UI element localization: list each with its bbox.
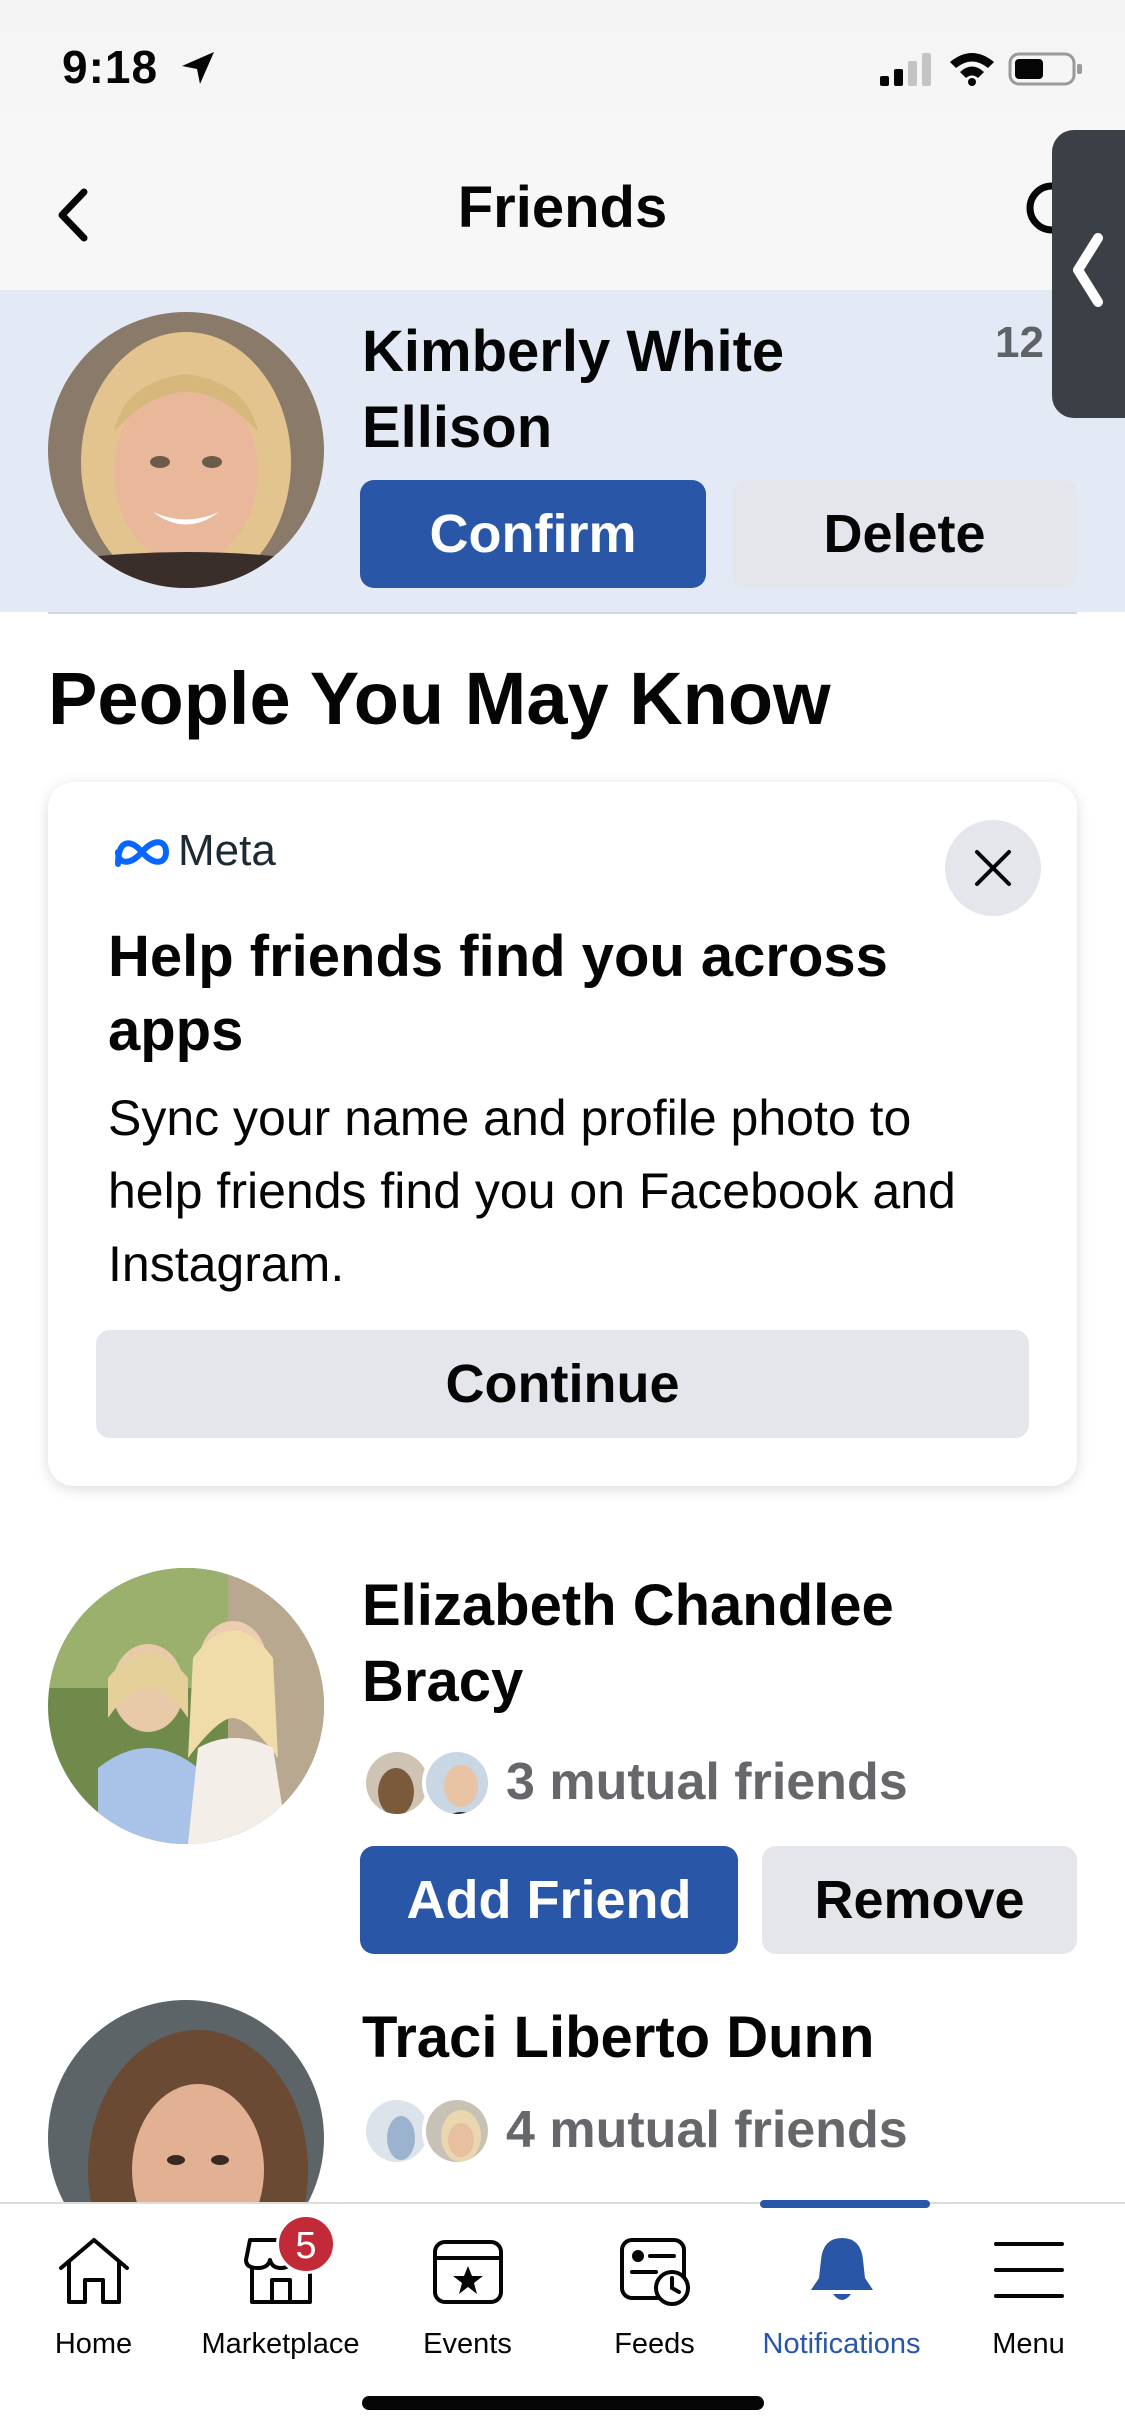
wifi-icon bbox=[950, 53, 994, 86]
page-title: Friends bbox=[457, 175, 668, 240]
header: Friends bbox=[0, 140, 1125, 290]
battery-icon bbox=[1008, 52, 1082, 86]
mutual-friends-count: 3 mutual friends bbox=[506, 1753, 908, 1811]
tab-label: Marketplace bbox=[201, 2328, 360, 2360]
divider bbox=[48, 612, 1077, 614]
cellular-signal-icon bbox=[880, 53, 931, 86]
delete-button[interactable]: Delete bbox=[732, 480, 1077, 588]
remove-button[interactable]: Remove bbox=[762, 1846, 1077, 1954]
tab-label: Events bbox=[423, 2328, 512, 2360]
mutual-friends[interactable]: 4 mutual friends bbox=[362, 2096, 1062, 2166]
status-bar: 9:18 bbox=[0, 0, 1125, 140]
person-avatar[interactable] bbox=[48, 1568, 324, 1844]
friend-request-avatar[interactable] bbox=[48, 312, 324, 588]
person-name[interactable]: Elizabeth Chandlee Bracy bbox=[362, 1568, 1062, 1720]
tab-feeds[interactable]: Feeds bbox=[561, 2204, 748, 2384]
friend-request-name[interactable]: Kimberly White Ellison bbox=[362, 314, 982, 466]
status-time: 9:18 bbox=[62, 41, 159, 93]
card-body: Sync your name and profile photo to help… bbox=[108, 1090, 956, 1292]
chevron-left-icon bbox=[1073, 233, 1103, 307]
active-tab-indicator bbox=[760, 2200, 930, 2208]
tab-label: Menu bbox=[992, 2328, 1065, 2360]
mutual-friend-avatar bbox=[422, 1748, 492, 1818]
meta-brand: Meta bbox=[178, 826, 276, 875]
mutual-friends[interactable]: 3 mutual friends bbox=[362, 1748, 1062, 1818]
close-card-button[interactable] bbox=[945, 820, 1041, 916]
location-arrow-icon bbox=[182, 52, 214, 84]
friend-request-time: 12 bbox=[995, 318, 1044, 367]
tab-label: Notifications bbox=[762, 2328, 921, 2360]
add-friend-button[interactable]: Add Friend bbox=[360, 1846, 738, 1954]
tab-home[interactable]: Home bbox=[0, 2204, 187, 2384]
close-icon bbox=[975, 850, 1011, 886]
events-icon bbox=[432, 2240, 503, 2304]
home-icon bbox=[58, 2238, 129, 2304]
mutual-friends-count: 4 mutual friends bbox=[506, 2101, 908, 2159]
mutual-friend-avatar bbox=[422, 2096, 492, 2166]
feeds-icon bbox=[619, 2238, 690, 2306]
tab-label: Home bbox=[54, 2328, 133, 2360]
tab-menu[interactable]: Menu bbox=[935, 2204, 1122, 2384]
tab-label: Feeds bbox=[614, 2328, 695, 2360]
meta-sync-card: Meta Help friends find you across apps S… bbox=[48, 782, 1077, 1486]
person-name[interactable]: Traci Liberto Dunn bbox=[362, 2000, 1062, 2076]
continue-button[interactable]: Continue bbox=[96, 1330, 1029, 1438]
card-title: Help friends find you across apps bbox=[108, 924, 888, 1063]
marketplace-badge: 5 bbox=[276, 2214, 336, 2274]
section-title: People You May Know bbox=[48, 657, 831, 740]
confirm-button[interactable]: Confirm bbox=[360, 480, 706, 588]
tab-events[interactable]: Events bbox=[374, 2204, 561, 2384]
tab-notifications[interactable]: Notifications bbox=[748, 2204, 935, 2384]
side-panel-handle[interactable] bbox=[1052, 130, 1125, 418]
home-indicator bbox=[362, 2396, 764, 2410]
meta-logo-icon bbox=[115, 839, 170, 867]
menu-icon bbox=[993, 2242, 1064, 2298]
bell-icon bbox=[810, 2238, 873, 2300]
